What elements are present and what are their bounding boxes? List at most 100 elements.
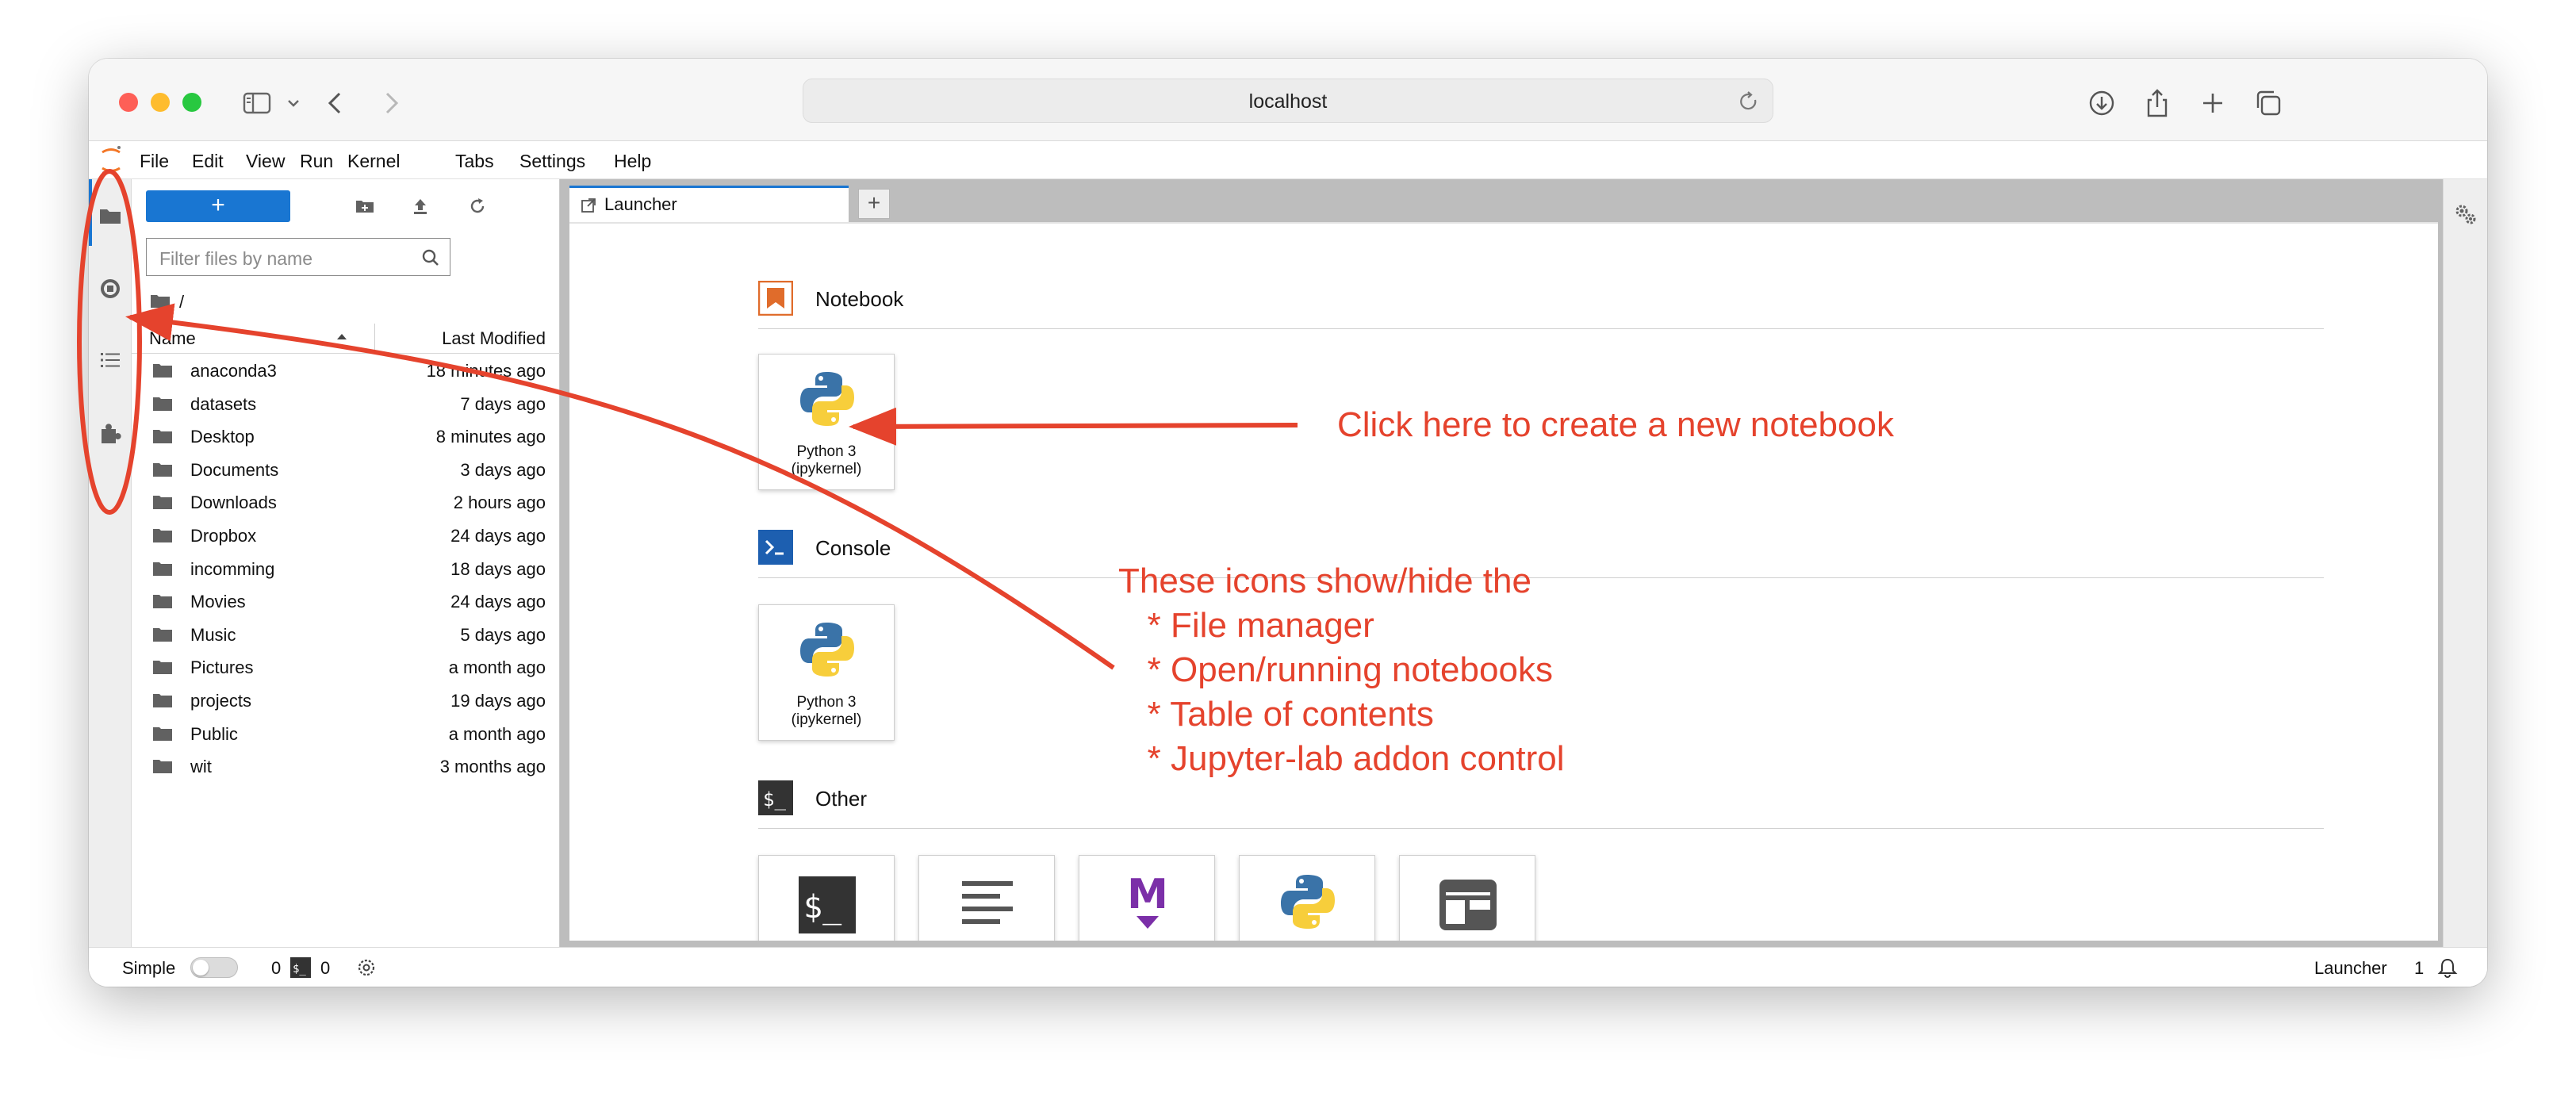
menu-view[interactable]: View bbox=[246, 151, 285, 172]
file-browser-icon[interactable] bbox=[98, 203, 123, 228]
file-modified: a month ago bbox=[448, 657, 546, 678]
extension-manager-icon[interactable] bbox=[98, 420, 123, 446]
main-dock-area: Launcher + Notebook Python 3 (ipykernel) bbox=[560, 179, 2443, 947]
file-row[interactable]: Public a month ago bbox=[132, 717, 560, 750]
file-row[interactable]: Documents 3 days ago bbox=[132, 453, 560, 486]
browser-toolbar: localhost bbox=[89, 59, 2487, 141]
file-name: Documents bbox=[190, 459, 279, 480]
notification-count[interactable]: 1 bbox=[2414, 958, 2424, 979]
file-row[interactable]: Downloads 2 hours ago bbox=[132, 485, 560, 519]
filter-placeholder: Filter files by name bbox=[159, 248, 313, 269]
new-tab-icon[interactable] bbox=[2195, 86, 2230, 121]
file-name: Desktop bbox=[190, 427, 255, 447]
file-row[interactable]: Pictures a month ago bbox=[132, 650, 560, 684]
file-row[interactable]: projects 19 days ago bbox=[132, 684, 560, 717]
folder-icon bbox=[151, 295, 170, 308]
other-section-icon: $_ bbox=[758, 780, 793, 815]
text-file-icon bbox=[962, 881, 1013, 924]
other-section-title: Other bbox=[815, 787, 868, 811]
close-window-button[interactable] bbox=[119, 93, 138, 112]
address-bar[interactable]: localhost bbox=[803, 79, 1773, 123]
tab-launcher-label: Launcher bbox=[604, 194, 677, 214]
file-row[interactable]: wit 3 months ago bbox=[132, 749, 560, 783]
reload-icon[interactable] bbox=[1736, 89, 1761, 114]
notification-bell-icon[interactable] bbox=[2436, 956, 2459, 979]
downloads-icon[interactable] bbox=[2084, 86, 2119, 121]
menu-settings[interactable]: Settings bbox=[519, 151, 585, 172]
terminal-card[interactable]: $_ bbox=[758, 855, 895, 941]
search-icon bbox=[420, 247, 442, 269]
sidebar-toggle-icon[interactable] bbox=[240, 86, 274, 121]
file-modified: 2 hours ago bbox=[453, 493, 546, 513]
last-modified-column-header[interactable]: Last Modified bbox=[442, 328, 546, 349]
notebook-python3-card[interactable]: Python 3 (ipykernel) bbox=[758, 354, 895, 490]
file-name: projects bbox=[190, 690, 252, 711]
menu-bar: File Edit View Run Kernel Tabs Settings … bbox=[89, 141, 2487, 179]
file-row[interactable]: datasets 7 days ago bbox=[132, 387, 560, 420]
zoom-window-button[interactable] bbox=[182, 93, 201, 112]
share-icon[interactable] bbox=[2140, 86, 2175, 121]
python-logo-icon bbox=[800, 623, 854, 677]
section-divider bbox=[758, 828, 2324, 829]
folder-icon bbox=[153, 693, 172, 707]
file-row[interactable]: Music 5 days ago bbox=[132, 618, 560, 651]
minimize-window-button[interactable] bbox=[151, 93, 170, 112]
file-row[interactable]: Desktop 8 minutes ago bbox=[132, 420, 560, 453]
folder-icon bbox=[153, 726, 172, 741]
contextual-help-icon bbox=[1439, 880, 1497, 930]
terminals-count[interactable]: 0 bbox=[320, 958, 330, 979]
table-of-contents-icon[interactable] bbox=[98, 347, 123, 373]
file-name: Pictures bbox=[190, 657, 254, 678]
upload-icon[interactable] bbox=[408, 194, 433, 219]
file-row[interactable]: Movies 24 days ago bbox=[132, 585, 560, 618]
name-column-header[interactable]: Name bbox=[149, 328, 196, 349]
left-activity-bar bbox=[89, 179, 132, 947]
menu-help[interactable]: Help bbox=[614, 151, 651, 172]
folder-icon bbox=[153, 562, 172, 576]
console-python3-card[interactable]: Python 3 (ipykernel) bbox=[758, 604, 895, 741]
file-modified: 24 days ago bbox=[450, 525, 546, 546]
chevron-down-icon[interactable] bbox=[276, 86, 300, 121]
markdown-file-card[interactable]: M bbox=[1079, 855, 1215, 941]
file-row[interactable]: Dropbox 24 days ago bbox=[132, 519, 560, 552]
svg-text:M: M bbox=[1127, 871, 1168, 918]
breadcrumb-root[interactable]: / bbox=[179, 292, 184, 312]
file-modified: a month ago bbox=[448, 723, 546, 744]
file-list: anaconda3 18 minutes ago datasets 7 days ag… bbox=[132, 354, 560, 783]
notebook-card-label: Python 3 (ipykernel) bbox=[791, 443, 862, 477]
right-activity-bar bbox=[2443, 179, 2487, 947]
python-file-card[interactable] bbox=[1239, 855, 1375, 941]
section-divider bbox=[758, 328, 2324, 329]
menu-file[interactable]: File bbox=[140, 151, 169, 172]
file-modified: 24 days ago bbox=[450, 592, 546, 612]
new-folder-icon[interactable] bbox=[352, 194, 378, 219]
menu-tabs[interactable]: Tabs bbox=[455, 151, 494, 172]
kernels-count[interactable]: 0 bbox=[271, 958, 281, 979]
new-launcher-button[interactable]: + bbox=[146, 190, 290, 222]
tab-launcher[interactable]: Launcher bbox=[569, 186, 849, 222]
menu-edit[interactable]: Edit bbox=[192, 151, 224, 172]
text-file-card[interactable] bbox=[918, 855, 1055, 941]
tab-overview-icon[interactable] bbox=[2251, 86, 2286, 121]
forward-icon[interactable] bbox=[373, 86, 408, 121]
console-section-title: Console bbox=[815, 536, 891, 560]
add-tab-button[interactable]: + bbox=[858, 189, 890, 219]
file-name: Music bbox=[190, 624, 236, 645]
menu-run[interactable]: Run bbox=[300, 151, 333, 172]
property-inspector-gear-icon[interactable] bbox=[2453, 201, 2478, 227]
menu-kernel[interactable]: Kernel bbox=[347, 151, 400, 172]
filter-files-input[interactable]: Filter files by name bbox=[146, 238, 450, 276]
file-name: Downloads bbox=[190, 493, 277, 513]
folder-icon bbox=[153, 661, 172, 675]
kernel-status-icon[interactable] bbox=[355, 956, 378, 979]
back-icon[interactable] bbox=[319, 86, 354, 121]
terminal-status-icon: $_ bbox=[290, 957, 311, 978]
file-name: anaconda3 bbox=[190, 361, 277, 381]
contextual-help-card[interactable] bbox=[1399, 855, 1535, 941]
column-divider[interactable] bbox=[374, 324, 375, 352]
file-row[interactable]: incomming 18 days ago bbox=[132, 552, 560, 585]
simple-mode-toggle[interactable] bbox=[190, 957, 238, 978]
refresh-icon[interactable] bbox=[465, 194, 490, 219]
running-sessions-icon[interactable] bbox=[98, 276, 123, 301]
file-row[interactable]: anaconda3 18 minutes ago bbox=[132, 354, 560, 387]
